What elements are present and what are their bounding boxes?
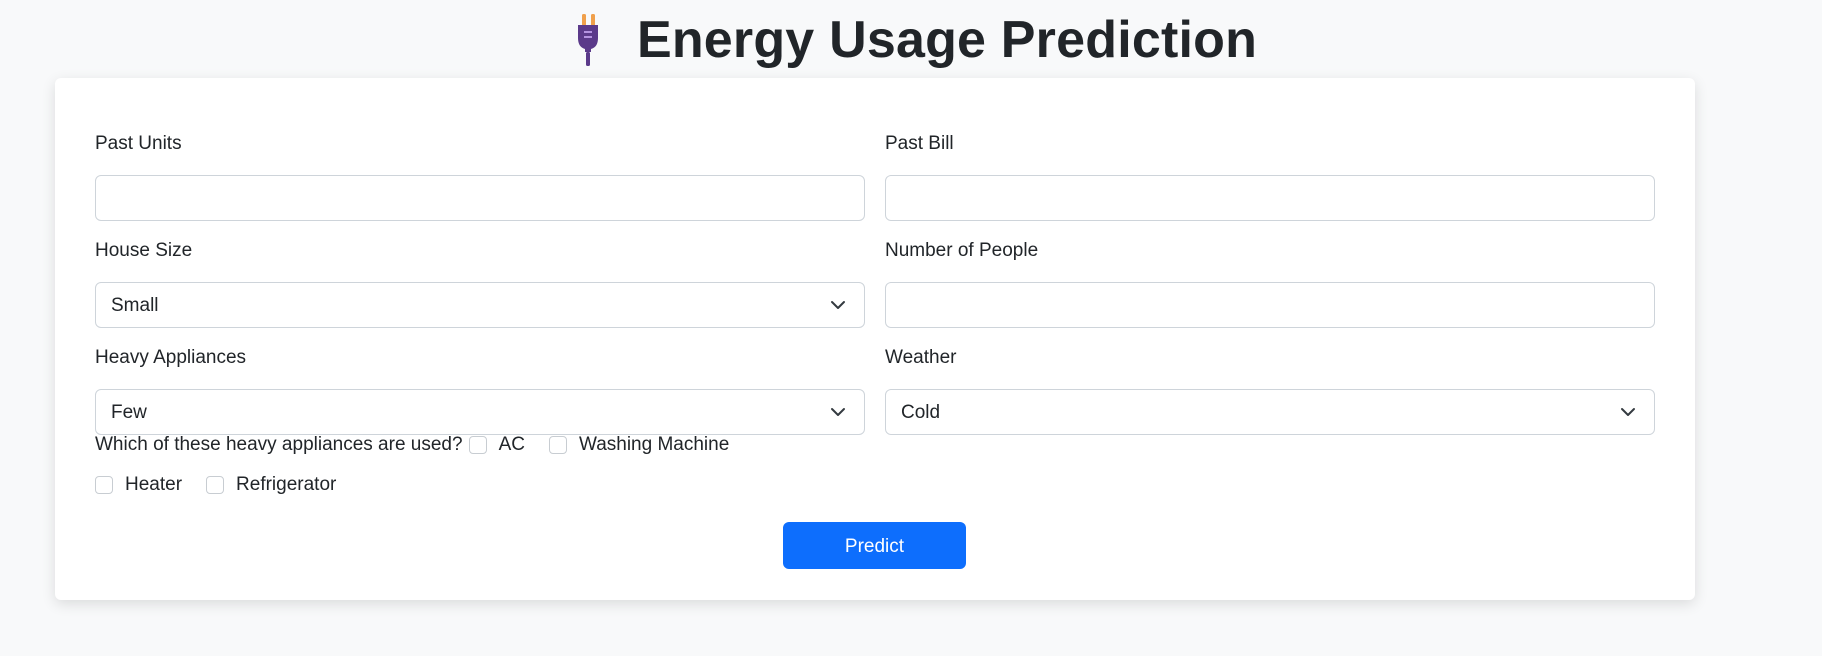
number-of-people-field: Number of People: [885, 237, 1655, 328]
refrigerator-checkbox-label[interactable]: Refrigerator: [236, 474, 336, 496]
refrigerator-checkbox[interactable]: [206, 476, 225, 494]
washing-machine-checkbox-label[interactable]: Washing Machine: [579, 434, 729, 456]
house-size-label: House Size: [95, 240, 193, 261]
appliances-checklist-row-1: Which of these heavy appliances are used…: [95, 431, 753, 459]
weather-select[interactable]: Cold: [885, 389, 1655, 435]
page-title: Energy Usage Prediction: [636, 11, 1258, 69]
past-units-field: Past Units: [95, 130, 865, 221]
heavy-appliances-selected-value: Few: [111, 402, 147, 423]
house-size-field: House Size Small: [95, 237, 865, 328]
weather-label: Weather: [885, 347, 957, 368]
ac-checkbox-label[interactable]: AC: [499, 434, 525, 456]
predict-button[interactable]: Predict: [783, 522, 966, 569]
chevron-down-icon: [831, 408, 845, 416]
past-bill-input[interactable]: [885, 175, 1655, 221]
chevron-down-icon: [831, 301, 845, 309]
past-units-label: Past Units: [95, 133, 182, 154]
heavy-appliances-label: Heavy Appliances: [95, 347, 247, 368]
past-units-input[interactable]: [95, 175, 865, 221]
heater-checkbox[interactable]: [95, 476, 113, 494]
chevron-down-icon: [1621, 408, 1635, 416]
weather-selected-value: Cold: [901, 402, 941, 423]
number-of-people-label: Number of People: [885, 240, 1039, 261]
plug-icon: [573, 14, 603, 66]
washing-machine-checkbox[interactable]: [548, 436, 567, 454]
heater-checkbox-label[interactable]: Heater: [125, 474, 182, 496]
house-size-select[interactable]: Small: [95, 282, 865, 328]
heavy-appliances-field: Heavy Appliances Few: [95, 344, 865, 435]
appliances-checklist-row-2: Heater Refrigerator: [95, 471, 360, 499]
house-size-selected-value: Small: [111, 295, 159, 316]
weather-field: Weather Cold: [885, 344, 1655, 435]
appliances-question: Which of these heavy appliances are used…: [95, 434, 463, 455]
ac-checkbox[interactable]: [468, 436, 487, 454]
number-of-people-input[interactable]: [885, 282, 1655, 328]
page-header: Energy Usage Prediction: [0, 10, 1822, 70]
prediction-form-card: Past Units Past Bill House Size Small Nu…: [55, 78, 1695, 600]
past-bill-label: Past Bill: [885, 133, 954, 154]
heavy-appliances-select[interactable]: Few: [95, 389, 865, 435]
past-bill-field: Past Bill: [885, 130, 1655, 221]
